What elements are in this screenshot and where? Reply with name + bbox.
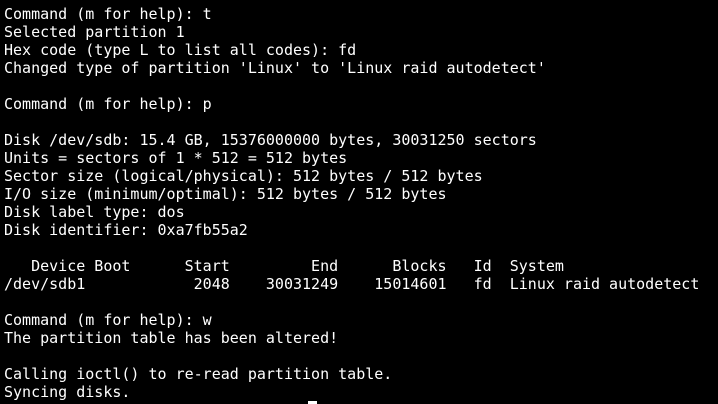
terminal-line-syncing-disks: Syncing disks.: [4, 383, 131, 401]
terminal-window[interactable]: Command (m for help): t Selected partiti…: [4, 5, 718, 404]
terminal-line-hex-code: Hex code (type L to list all codes): fd: [4, 41, 357, 59]
terminal-line-disk-label-type: Disk label type: dos: [4, 203, 185, 221]
terminal-line-selected-partition: Selected partition 1: [4, 23, 185, 41]
terminal-line-io-size: I/O size (minimum/optimal): 512 bytes / …: [4, 185, 447, 203]
terminal-line-command-w: Command (m for help): w: [4, 311, 212, 329]
terminal-line-units: Units = sectors of 1 * 512 = 512 bytes: [4, 149, 348, 167]
partition-table-row: /dev/sdb1 2048 30031249 15014601 fd Linu…: [4, 275, 700, 293]
terminal-line-changed-type: Changed type of partition 'Linux' to 'Li…: [4, 59, 546, 77]
terminal-line-calling-ioctl: Calling ioctl() to re-read partition tab…: [4, 365, 393, 383]
terminal-line-disk-identifier: Disk identifier: 0xa7fb55a2: [4, 221, 248, 239]
terminal-line-command-p: Command (m for help): p: [4, 95, 212, 113]
terminal-line-sector-size: Sector size (logical/physical): 512 byte…: [4, 167, 483, 185]
terminal-line-table-altered: The partition table has been altered!: [4, 329, 339, 347]
terminal-line-command-t: Command (m for help): t: [4, 5, 212, 23]
terminal-line-disk-info: Disk /dev/sdb: 15.4 GB, 15376000000 byte…: [4, 131, 537, 149]
partition-table-header: Device Boot Start End Blocks Id System: [4, 257, 564, 275]
